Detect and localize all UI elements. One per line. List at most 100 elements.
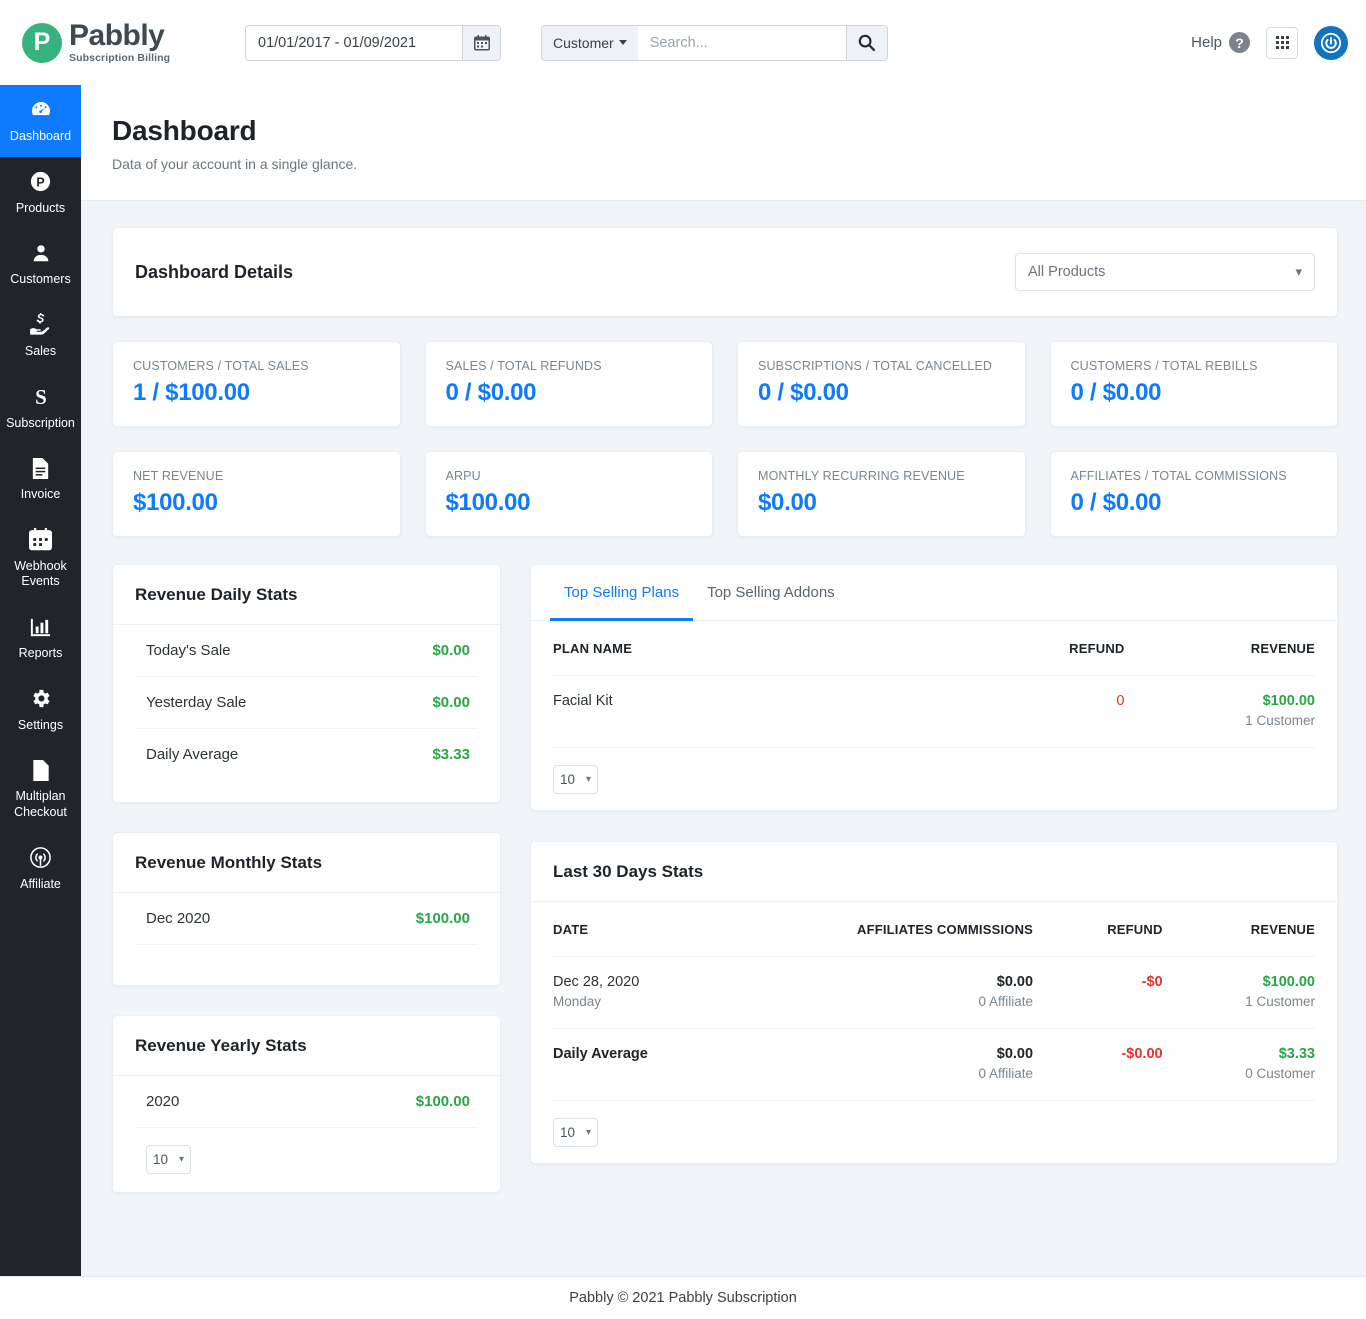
cell-date: Daily Average xyxy=(553,1029,804,1101)
row-value: $100.00 xyxy=(416,910,478,927)
sidebar-item-label: Customers xyxy=(10,272,70,288)
page-size-select[interactable]: 10 ▾ xyxy=(146,1145,191,1174)
logo-letter: P xyxy=(34,30,51,55)
search-scope-dropdown[interactable]: Customer xyxy=(541,25,638,61)
grid-apps-icon xyxy=(1276,36,1289,49)
cell-refund: -$0 xyxy=(1033,957,1163,1029)
table-row: Facial Kit 0 $100.00 1 Customer xyxy=(553,676,1315,748)
stat-value: $100.00 xyxy=(446,489,693,517)
search-input[interactable] xyxy=(638,25,846,61)
page-subtitle: Data of your account in a single glance. xyxy=(112,156,1336,172)
top-selling-card: Top Selling Plans Top Selling Addons PLA… xyxy=(530,564,1338,811)
column-header-revenue: REVENUE xyxy=(1163,902,1315,957)
card-body: Today's Sale $0.00 Yesterday Sale $0.00 … xyxy=(113,625,500,802)
sidebar-item-subscription[interactable]: S Subscription xyxy=(0,372,81,444)
date-range-input[interactable] xyxy=(246,26,462,60)
sidebar-item-affiliate[interactable]: Affiliate xyxy=(0,833,81,905)
sidebar-item-label: Reports xyxy=(19,646,63,662)
stat-card-monthly-recurring-revenue: MONTHLY RECURRING REVENUE $0.00 xyxy=(737,451,1026,537)
last-30-days-stats-card: Last 30 Days Stats DATE AFFILIATES COMMI… xyxy=(530,841,1338,1164)
card-title: Last 30 Days Stats xyxy=(553,862,1315,882)
sidebar-item-dashboard[interactable]: Dashboard xyxy=(0,85,81,157)
search-button[interactable] xyxy=(846,25,888,61)
page-size-select[interactable]: 10 ▾ xyxy=(553,1118,598,1147)
pabbly-logo-icon: P xyxy=(22,23,62,63)
page-icon xyxy=(31,757,51,783)
product-filter-select[interactable]: All Products ▾ xyxy=(1015,253,1315,291)
list-item: Dec 2020 $100.00 xyxy=(135,893,478,945)
cell-commissions-value: $0.00 xyxy=(997,974,1033,990)
stat-value: $100.00 xyxy=(133,489,380,517)
page-size-select[interactable]: 10 ▾ xyxy=(553,765,598,794)
cell-commissions-sub: 0 Affiliate xyxy=(804,994,1033,1009)
row-value: $0.00 xyxy=(432,642,478,659)
row-value: $100.00 xyxy=(416,1093,478,1110)
gear-icon xyxy=(29,686,52,712)
letter-s-icon: S xyxy=(29,384,53,410)
cell-revenue-value: $100.00 xyxy=(1263,693,1315,709)
row-label: 2020 xyxy=(135,1093,179,1110)
footer-text: Pabbly © 2021 Pabbly Subscription xyxy=(569,1290,797,1306)
column-header-date: DATE xyxy=(553,902,804,957)
dashboard-body: Dashboard Details All Products ▾ CUSTOME… xyxy=(81,201,1366,1193)
top-selling-table: PLAN NAME REFUND REVENUE Facial Kit 0 xyxy=(553,621,1315,748)
stat-card-customers-total-sales: CUSTOMERS / TOTAL SALES 1 / $100.00 xyxy=(112,341,401,427)
dashboard-details-title: Dashboard Details xyxy=(135,262,293,283)
cell-date-value: Dec 28, 2020 xyxy=(553,974,639,990)
brand-tagline: Subscription Billing xyxy=(69,53,170,64)
sidebar-item-sales[interactable]: Sales xyxy=(0,300,81,372)
chevron-down-icon: ▾ xyxy=(179,1154,184,1165)
stat-label: CUSTOMERS / TOTAL SALES xyxy=(133,359,380,373)
cell-revenue: $100.00 1 Customer xyxy=(1125,676,1316,748)
help-link[interactable]: Help ? xyxy=(1191,32,1250,53)
revenue-yearly-stats-card: Revenue Yearly Stats 2020 $100.00 10 ▾ xyxy=(112,1015,501,1193)
cell-revenue: $100.00 1 Customer xyxy=(1163,957,1315,1029)
sidebar-item-multiplan-checkout[interactable]: Multiplan Checkout xyxy=(0,745,81,832)
card-title: Revenue Monthly Stats xyxy=(135,853,478,873)
sidebar-item-products[interactable]: P Products xyxy=(0,157,81,229)
cell-commissions-sub: 0 Affiliate xyxy=(804,1066,1033,1081)
row-value: $0.00 xyxy=(432,694,478,711)
top-selling-pagination: 10 ▾ xyxy=(531,765,1337,810)
card-title: Revenue Yearly Stats xyxy=(135,1036,478,1056)
brand-logo[interactable]: P Pabbly Subscription Billing xyxy=(0,21,245,64)
sidebar-item-label: Dashboard xyxy=(10,129,71,145)
sidebar-item-customers[interactable]: Customers xyxy=(0,228,81,300)
page-size-value: 10 xyxy=(560,1125,575,1140)
apps-grid-button[interactable] xyxy=(1266,27,1298,59)
tab-top-selling-addons[interactable]: Top Selling Addons xyxy=(693,565,849,621)
document-lines-icon xyxy=(30,455,51,481)
cell-date: Dec 28, 2020 Monday xyxy=(553,957,804,1029)
chevron-down-icon: ▾ xyxy=(1295,264,1302,280)
hand-money-icon xyxy=(28,312,53,338)
date-range-picker[interactable] xyxy=(245,25,501,61)
list-item: Daily Average $3.33 xyxy=(135,729,478,780)
row-label: Yesterday Sale xyxy=(135,694,246,711)
sidebar-item-label: Settings xyxy=(18,718,63,734)
stat-row-1: CUSTOMERS / TOTAL SALES 1 / $100.00 SALE… xyxy=(112,341,1338,427)
stat-value: 0 / $0.00 xyxy=(758,379,1005,407)
list-item: 2020 $100.00 xyxy=(135,1076,478,1128)
cell-refund: -$0.00 xyxy=(1033,1029,1163,1101)
stat-card-affiliates-total-commissions: AFFILIATES / TOTAL COMMISSIONS 0 / $0.00 xyxy=(1050,451,1339,537)
stat-label: AFFILIATES / TOTAL COMMISSIONS xyxy=(1071,469,1318,483)
stat-card-arpu: ARPU $100.00 xyxy=(425,451,714,537)
sidebar-item-invoice[interactable]: Invoice xyxy=(0,443,81,515)
tab-top-selling-plans[interactable]: Top Selling Plans xyxy=(550,565,693,621)
page-header: Dashboard Data of your account in a sing… xyxy=(81,85,1366,201)
sidebar: Dashboard P Products Customers xyxy=(0,85,81,1276)
sidebar-item-reports[interactable]: Reports xyxy=(0,602,81,674)
card-body: Dec 2020 $100.00 xyxy=(113,893,500,985)
cell-date-sub: Monday xyxy=(553,994,804,1009)
sidebar-item-settings[interactable]: Settings xyxy=(0,674,81,746)
stat-label: MONTHLY RECURRING REVENUE xyxy=(758,469,1005,483)
speedometer-icon xyxy=(29,97,53,123)
account-power-button[interactable] xyxy=(1314,26,1348,60)
app-root: P Pabbly Subscription Billing Customer xyxy=(0,0,1366,1319)
cell-commissions: $0.00 0 Affiliate xyxy=(804,957,1033,1029)
calendar-icon[interactable] xyxy=(462,26,500,60)
cell-commissions: $0.00 0 Affiliate xyxy=(804,1029,1033,1101)
sidebar-item-webhook-events[interactable]: Webhook Events xyxy=(0,515,81,602)
left-column: Revenue Daily Stats Today's Sale $0.00 Y… xyxy=(112,564,501,1193)
sidebar-item-label: Multiplan Checkout xyxy=(3,789,78,820)
